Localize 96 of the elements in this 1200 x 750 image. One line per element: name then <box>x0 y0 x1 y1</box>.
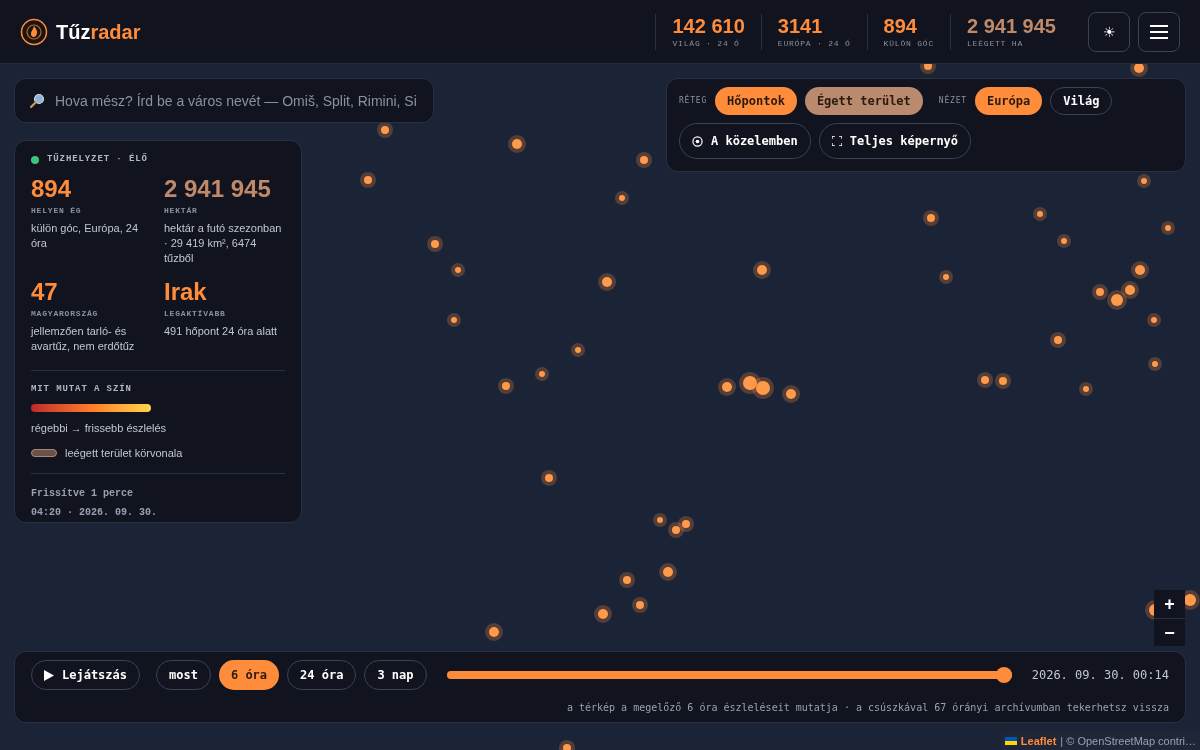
fullscreen-icon <box>831 136 842 146</box>
hotspot-marker <box>1161 221 1175 235</box>
burned-outline-swatch <box>31 448 57 457</box>
hotspot-marker <box>571 343 585 357</box>
hotspot-marker <box>447 313 461 327</box>
hotspot-marker <box>1137 174 1151 188</box>
stat-label: MAGYARORSZÁG <box>31 307 100 320</box>
hotspot-marker <box>451 263 465 277</box>
hotspot-marker <box>659 563 677 581</box>
hotspot-marker <box>668 522 684 538</box>
stat-value: 2 941 945 <box>967 13 1056 38</box>
stat-value: 2 941 945 <box>164 174 272 203</box>
hotspot-marker <box>632 597 648 613</box>
attribution-text: | © OpenStreetMap contri… <box>1060 733 1196 749</box>
stat-label: HELYEN ÉG <box>31 204 83 217</box>
hotspot-marker <box>1050 332 1066 348</box>
time-slider[interactable] <box>446 667 1012 683</box>
hotspot-marker <box>619 572 635 588</box>
hotspot-marker <box>939 270 953 284</box>
hotspot-marker <box>1057 234 1071 248</box>
stat-note: 491 hőpont 24 óra alatt <box>164 323 279 339</box>
hotspot-marker <box>636 152 652 168</box>
hotspot-marker <box>1130 64 1148 77</box>
hotspot-marker <box>1131 261 1149 279</box>
zoom-out-button[interactable]: − <box>1154 618 1185 646</box>
hotspot-marker <box>360 172 376 188</box>
slider-thumb[interactable] <box>995 667 1012 683</box>
view-label: NÉZET <box>938 95 967 107</box>
flame-logo-icon <box>20 17 48 46</box>
hotspot-marker <box>1079 382 1093 396</box>
hotspot-marker <box>752 377 774 399</box>
stat-value: 894 <box>31 174 73 203</box>
menu-icon <box>1150 24 1168 39</box>
time-range-tab[interactable]: 6 óra <box>218 660 280 690</box>
hotspot-marker <box>615 191 629 205</box>
hotspot-marker <box>753 261 771 279</box>
hotspot-marker <box>718 378 736 396</box>
search-field[interactable]: Hova mész? Írd be a város nevét — Omiš, Split, Rimini, Si <box>14 78 434 123</box>
panel-title: TŰZHELYZET · ÉLŐ <box>47 153 148 166</box>
stat-note: külön góc, Európa, 24 óra <box>31 220 140 251</box>
stat-note: jellemzően tarló- és avartűz, nem erdőtűz <box>31 323 136 354</box>
gradient-caption: régebbi → frissebb észlelés <box>31 421 168 436</box>
stat-value: 47 <box>31 277 59 306</box>
play-icon <box>44 669 54 681</box>
stat-label: LEGAKTÍVABB <box>164 307 227 320</box>
hotspot-marker <box>1033 207 1047 221</box>
hotspot-marker <box>427 236 443 252</box>
timestamp-text: 04:20 · 2026. 09. 30. <box>31 506 159 520</box>
app-title: Tűzradar <box>56 19 141 45</box>
flag-icon <box>1004 737 1017 745</box>
hotspot-marker <box>995 373 1011 389</box>
view-tab[interactable]: Európa <box>974 87 1043 115</box>
hotspot-marker <box>1147 313 1161 327</box>
leaflet-link[interactable]: Leaflet <box>1020 732 1057 750</box>
stat-label: KÜLÖN GÓC <box>883 37 934 50</box>
stat-label: HEKTÁR <box>164 204 199 217</box>
hotspot-marker <box>594 605 612 623</box>
target-icon <box>692 135 703 147</box>
stat-note: hektár a futó szezonban · 29 419 km², 6474 tűzből <box>164 220 283 266</box>
hotspot-marker <box>498 378 514 394</box>
hotspot-marker <box>977 372 993 388</box>
hotspot-marker <box>920 64 936 74</box>
hotspot-marker <box>485 623 503 641</box>
hotspot-marker <box>541 470 557 486</box>
stat-label: VILÁG · 24 Ó <box>672 37 741 50</box>
theme-toggle-button[interactable]: ☀ <box>1088 11 1130 52</box>
layer-toggle[interactable]: Égett terület <box>804 87 923 115</box>
hotspot-marker <box>377 122 393 138</box>
hotspot-marker <box>508 135 526 153</box>
stat-value: 894 <box>883 13 918 38</box>
hotspot-marker <box>1107 290 1127 310</box>
legend-title: MIT MUTAT A SZÍN <box>31 382 133 396</box>
menu-button[interactable] <box>1138 11 1180 52</box>
hotspot-marker <box>1121 281 1139 299</box>
hotspot-marker <box>782 385 800 403</box>
search-icon <box>30 93 45 108</box>
hotspot-marker <box>923 210 939 226</box>
updated-text: Frissítve 1 perce <box>31 487 135 501</box>
stat-label: LEÉGETT HA <box>967 37 1025 50</box>
stat-value: 3141 <box>777 13 824 38</box>
stat-value: Irak <box>164 277 208 306</box>
hotspot-marker <box>1148 357 1162 371</box>
hotspot-marker <box>598 273 616 291</box>
layer-label: RÉTEG <box>679 95 708 107</box>
zoom-in-button[interactable]: + <box>1154 590 1185 618</box>
outline-caption: leégett terület körvonala <box>65 445 183 461</box>
hotspot-marker <box>653 513 667 527</box>
layer-toggle[interactable]: Hőpontok <box>715 87 797 115</box>
slider-time: 2026. 09. 30. 00:14 <box>1031 667 1169 683</box>
stat-label: EURÓPA · 24 Ó <box>777 37 851 50</box>
stat-value: 142 610 <box>672 13 745 38</box>
hotspot-marker <box>559 740 575 750</box>
hotspot-marker <box>1092 284 1108 300</box>
hotspot-marker <box>535 367 549 381</box>
hotspot-marker <box>678 516 694 532</box>
timeline-caption: a térkép a megelőző 6 óra észleléseit mutatja · a csúszkával 67 órányi archívumban tekerhetsz vissza <box>566 701 1169 715</box>
